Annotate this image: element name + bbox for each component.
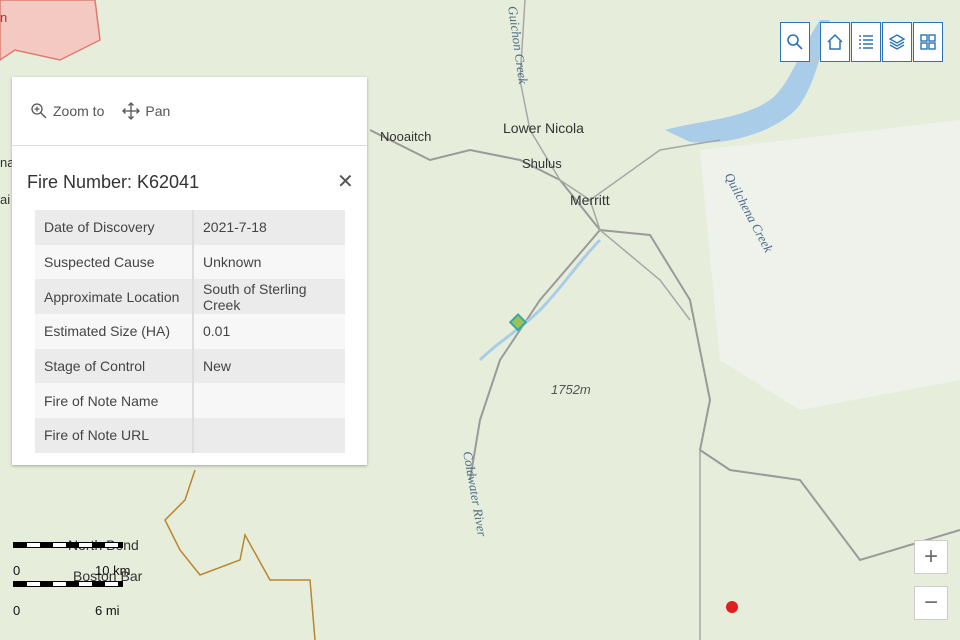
feature-popup: Zoom to Pan Fire Number: K62041 ✕ Date o… — [12, 77, 367, 465]
fire-marker — [726, 601, 738, 613]
scale-zero-mi: 0 — [13, 603, 21, 618]
table-row: Suspected Cause Unknown — [35, 244, 345, 280]
layers-button[interactable] — [882, 22, 912, 62]
legend-button[interactable] — [851, 22, 881, 62]
layers-icon — [888, 34, 906, 50]
scale-label-mi: 6 mi — [95, 603, 120, 618]
pan-arrows-icon — [122, 102, 141, 120]
scale-bar-mi — [13, 581, 123, 587]
table-row: Approximate Location South of Sterling Cr… — [35, 279, 345, 315]
table-row: Estimated Size (HA) 0.01 — [35, 314, 345, 349]
place-label: Nooaitch — [380, 129, 432, 144]
zoom-in-button[interactable]: + — [914, 540, 948, 574]
place-label: Shulus — [522, 156, 562, 171]
zoom-to-action[interactable]: Zoom to — [30, 102, 104, 120]
popup-actions: Zoom to Pan — [12, 77, 367, 146]
basemap-gallery-icon — [920, 34, 936, 50]
table-row: Stage of Control New — [35, 348, 345, 384]
search-button[interactable] — [780, 22, 810, 62]
attribute-key: Fire of Note Name — [35, 383, 194, 419]
edge-label: n — [0, 10, 8, 25]
pan-action[interactable]: Pan — [122, 102, 170, 120]
zoom-out-button[interactable]: − — [914, 586, 948, 620]
basemap-gallery-button[interactable] — [913, 22, 943, 62]
edge-label: ai — [0, 192, 11, 207]
scale-zero-km: 0 — [13, 563, 21, 578]
pan-label: Pan — [145, 103, 171, 119]
close-icon[interactable]: ✕ — [337, 169, 354, 194]
attribute-key: Suspected Cause — [35, 244, 194, 280]
search-icon — [787, 34, 803, 50]
attribute-key: Date of Discovery — [35, 210, 194, 245]
attribute-value: 2021-7-18 — [193, 210, 345, 245]
highland-area — [700, 120, 960, 410]
zoom-to-label: Zoom to — [53, 103, 105, 119]
attribute-key: Stage of Control — [35, 348, 194, 384]
attribute-value — [193, 418, 345, 453]
attribute-value: 0.01 — [193, 314, 345, 349]
legend-list-icon — [859, 35, 873, 49]
attribute-key: Estimated Size (HA) — [35, 314, 194, 349]
home-icon — [827, 33, 843, 50]
attribute-value — [193, 383, 345, 419]
place-label: Lower Nicola — [503, 120, 584, 136]
popup-title: Fire Number: K62041 — [27, 172, 200, 192]
elevation-label: 1752m — [551, 382, 591, 397]
attribute-value: New — [193, 348, 345, 384]
attribute-value: South of Sterling Creek — [193, 279, 345, 315]
table-row: Fire of Note Name — [35, 383, 345, 419]
place-label: Merritt — [570, 192, 610, 208]
table-row: Date of Discovery 2021-7-18 — [35, 210, 345, 245]
attribute-key: Fire of Note URL — [35, 418, 194, 453]
zoom-in-magnifier-icon — [31, 103, 47, 119]
attribute-key: Approximate Location — [35, 279, 194, 315]
table-row: Fire of Note URL — [35, 418, 345, 453]
scale-label-km: 10 km — [95, 563, 131, 578]
attribute-value: Unknown — [193, 244, 345, 280]
attribute-table: Date of Discovery 2021-7-18 Suspected Cau… — [35, 210, 345, 453]
home-button[interactable] — [820, 22, 850, 62]
scale-bar-km — [13, 542, 123, 548]
